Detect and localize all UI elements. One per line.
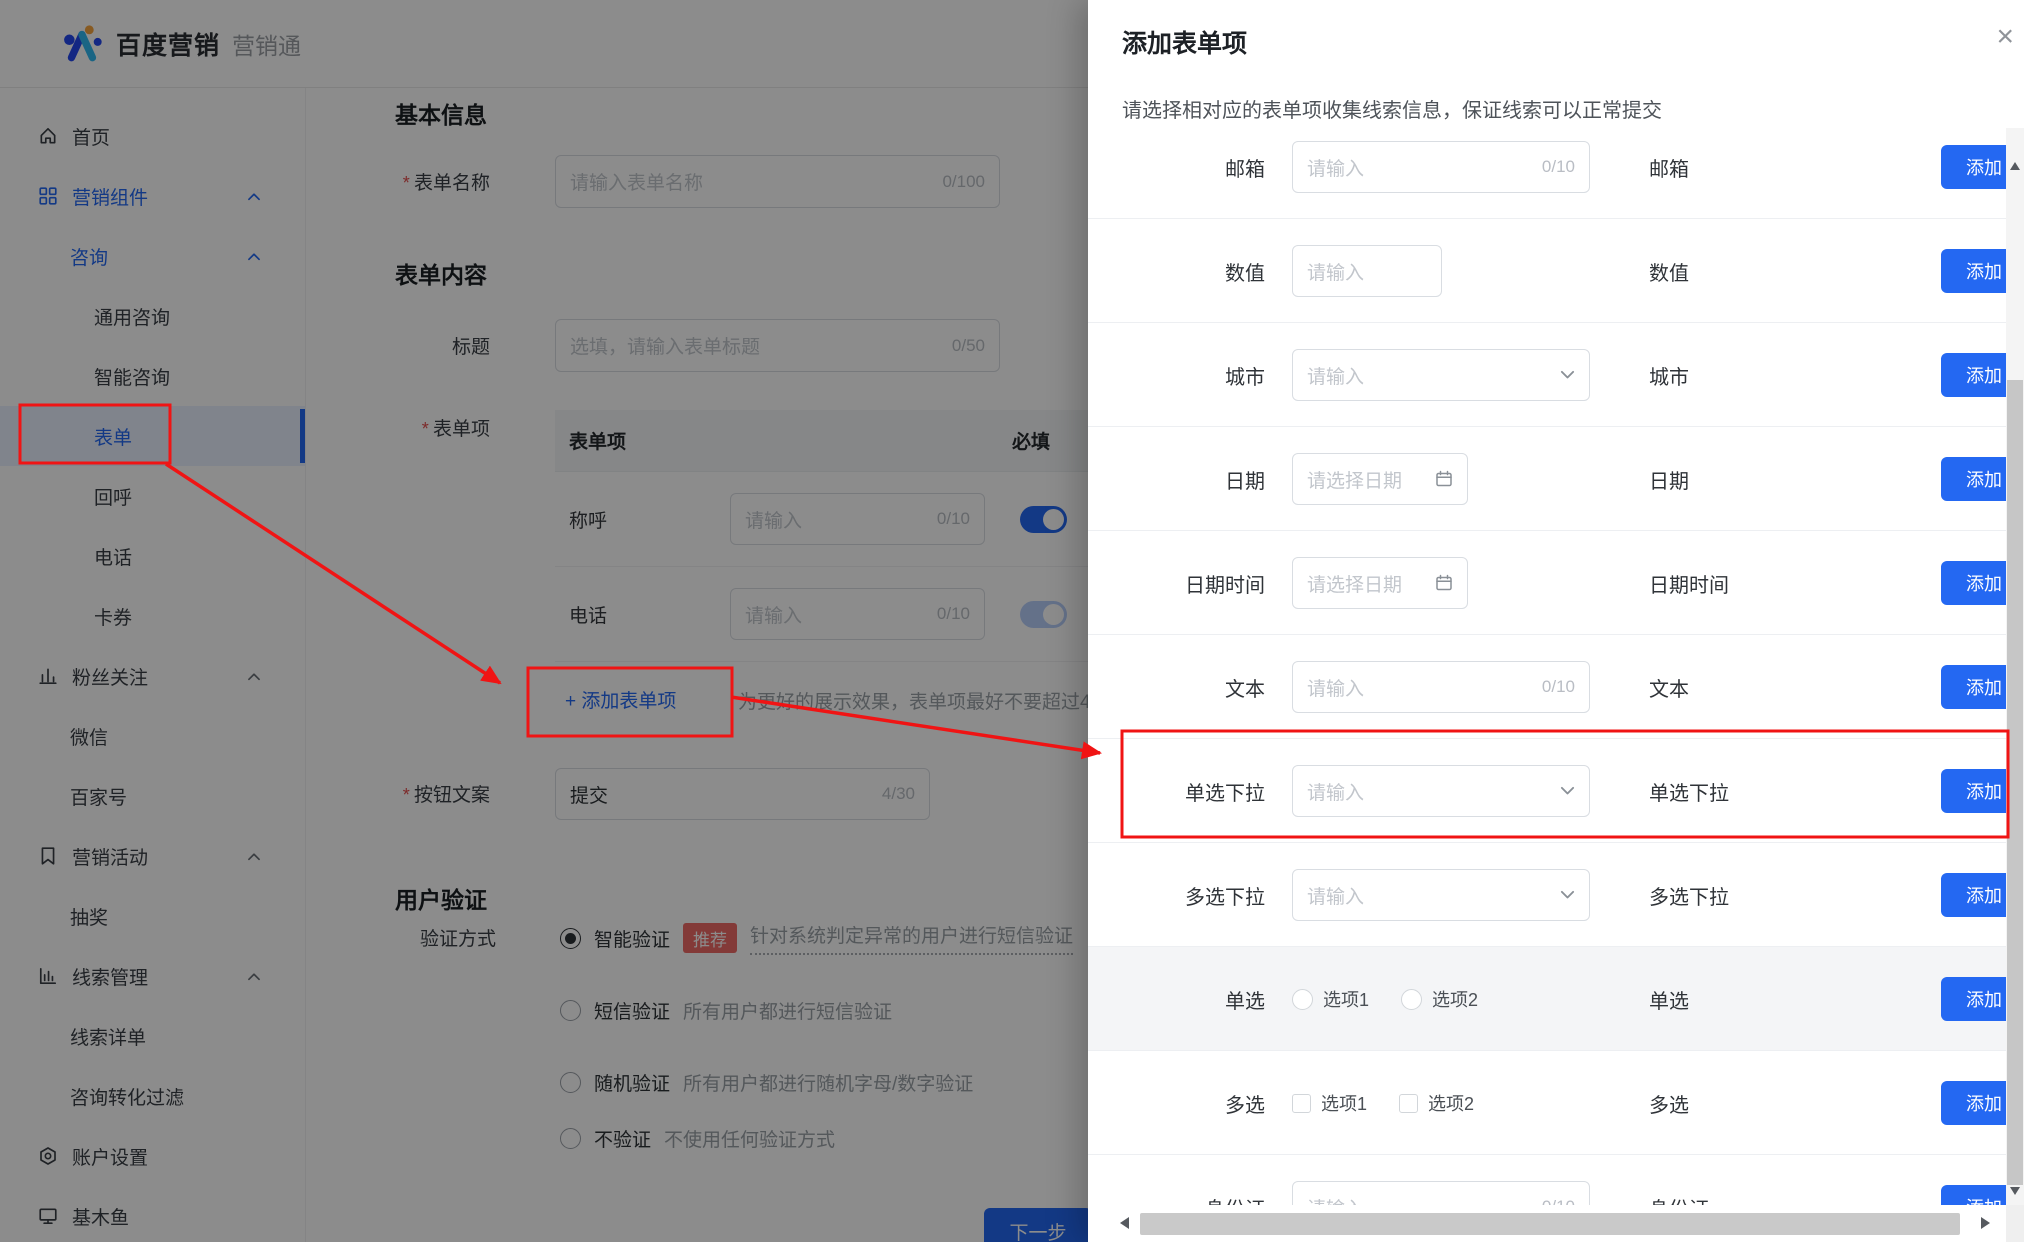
drawer-row-type-name: 城市 (1649, 323, 1689, 427)
drawer-text-input[interactable]: 请输入0/10 (1292, 661, 1590, 713)
drawer-row-label: 日期时间 (1088, 531, 1265, 635)
scroll-down-icon[interactable] (2010, 1187, 2020, 1195)
drawer-subtitle: 请选择相对应的表单项收集线索信息，保证线索可以正常提交 (1122, 94, 1662, 123)
drawer-row-2: 城市请输入城市添加 (1088, 323, 2006, 427)
drawer-row-type-name: 日期时间 (1649, 531, 1729, 635)
drawer-scroll-area: 邮箱请输入0/10邮箱添加数值请输入数值添加城市请输入城市添加日期请选择日期日期… (1088, 128, 2006, 1205)
drawer-row-type-name: 文本 (1649, 635, 1689, 739)
drawer-row-10: 身份证请输入0/10 身份证添加 (1088, 1155, 2006, 1205)
drawer-row-3: 日期请选择日期日期添加 (1088, 427, 2006, 531)
drawer-row-0: 邮箱请输入0/10邮箱添加 (1088, 128, 2006, 219)
scrollbar-corner (2006, 1205, 2024, 1242)
drawer-row-label: 日期 (1088, 427, 1265, 531)
drawer-text-input[interactable]: 请输入 (1292, 245, 1442, 297)
drawer-row-type-name: 多选下拉 (1649, 843, 1729, 947)
add-button[interactable]: 添加 (1941, 873, 2006, 917)
add-button[interactable]: 添加 (1941, 457, 2006, 501)
drawer-row-label: 多选 (1088, 1051, 1265, 1155)
add-button[interactable]: 添加 (1941, 665, 2006, 709)
add-button[interactable]: 添加 (1941, 1185, 2006, 1205)
drawer-select[interactable]: 请输入 (1292, 765, 1590, 817)
drawer-row-type-name: 多选 (1649, 1051, 1689, 1155)
drawer-row-9: 多选 选项1 选项2 多选 添加 (1088, 1051, 2006, 1155)
add-button[interactable]: 添加 (1941, 561, 2006, 605)
option-label: 选项2 (1428, 1090, 1474, 1116)
app-root: 百度营销 营销通 首页营销组件咨询通用咨询智能咨询表单回呼电话卡券粉丝关注微信百… (0, 0, 2024, 1242)
scroll-right-icon[interactable] (1981, 1217, 1990, 1229)
drawer-date-picker[interactable]: 请选择日期 (1292, 453, 1468, 505)
option-label: 选项2 (1432, 986, 1478, 1012)
add-button[interactable]: 添加 (1941, 249, 2006, 293)
option-label: 选项1 (1321, 1090, 1367, 1116)
drawer-row-type-name: 日期 (1649, 427, 1689, 531)
vertical-scrollbar (2006, 128, 2024, 1205)
chevron-down-icon (1560, 786, 1575, 796)
scroll-up-icon[interactable] (2010, 162, 2020, 170)
drawer-row-label: 单选下拉 (1088, 739, 1265, 843)
drawer-row-label: 身份证 (1088, 1155, 1265, 1205)
calendar-icon (1435, 470, 1453, 488)
drawer-text-input[interactable]: 请输入0/10 (1292, 1181, 1590, 1205)
checkbox-icon[interactable] (1292, 1094, 1311, 1113)
drawer-row-label: 文本 (1088, 635, 1265, 739)
radio-icon[interactable] (1401, 989, 1422, 1010)
drawer-row-4: 日期时间请选择日期日期时间添加 (1088, 531, 2006, 635)
calendar-icon (1435, 574, 1453, 592)
drawer-row-label: 多选下拉 (1088, 843, 1265, 947)
chevron-down-icon (1560, 890, 1575, 900)
drawer-title: 添加表单项 (1122, 24, 1247, 60)
close-icon[interactable]: × (1996, 22, 2014, 52)
add-button[interactable]: 添加 (1941, 145, 2006, 189)
drawer-row-type-name: 单选下拉 (1649, 739, 1729, 843)
drawer-row-label: 城市 (1088, 323, 1265, 427)
drawer-select[interactable]: 请输入 (1292, 349, 1590, 401)
drawer-row-6: 单选下拉请输入单选下拉添加 (1088, 739, 2006, 843)
drawer-row-label: 邮箱 (1088, 128, 1265, 219)
add-button[interactable]: 添加 (1941, 1081, 2006, 1125)
drawer-row-type-name: 邮箱 (1649, 128, 1689, 219)
checkbox-icon[interactable] (1399, 1094, 1418, 1113)
drawer-select[interactable]: 请输入 (1292, 869, 1590, 921)
drawer-checkbox-group: 选项1 选项2 (1292, 1051, 1496, 1155)
drawer-row-type-name: 身份证 (1649, 1155, 1709, 1205)
vertical-scrollbar-thumb[interactable] (2007, 380, 2023, 1185)
drawer-row-type-name: 数值 (1649, 219, 1689, 323)
drawer-row-7: 多选下拉请输入多选下拉添加 (1088, 843, 2006, 947)
option-label: 选项1 (1323, 986, 1369, 1012)
drawer-date-picker[interactable]: 请选择日期 (1292, 557, 1468, 609)
drawer-row-5: 文本请输入0/10文本添加 (1088, 635, 2006, 739)
modal-overlay[interactable] (0, 0, 1088, 1242)
add-button[interactable]: 添加 (1941, 353, 2006, 397)
drawer-row-label: 数值 (1088, 219, 1265, 323)
scroll-left-icon[interactable] (1120, 1217, 1129, 1229)
drawer-row-8: 单选 选项1 选项2 单选 添加 (1088, 947, 2006, 1051)
drawer-row-1: 数值请输入数值添加 (1088, 219, 2006, 323)
add-form-item-drawer: 添加表单项 × 请选择相对应的表单项收集线索信息，保证线索可以正常提交 邮箱请输… (1088, 0, 2024, 1242)
add-button[interactable]: 添加 (1941, 769, 2006, 813)
drawer-text-input[interactable]: 请输入0/10 (1292, 141, 1590, 193)
chevron-down-icon (1560, 370, 1575, 380)
horizontal-scrollbar (1088, 1205, 2024, 1242)
horizontal-scrollbar-thumb[interactable] (1140, 1213, 1960, 1235)
drawer-radio-group: 选项1 选项2 (1292, 947, 1500, 1051)
drawer-row-label: 单选 (1088, 947, 1265, 1051)
radio-icon[interactable] (1292, 989, 1313, 1010)
add-button[interactable]: 添加 (1941, 977, 2006, 1021)
drawer-row-type-name: 单选 (1649, 947, 1689, 1051)
